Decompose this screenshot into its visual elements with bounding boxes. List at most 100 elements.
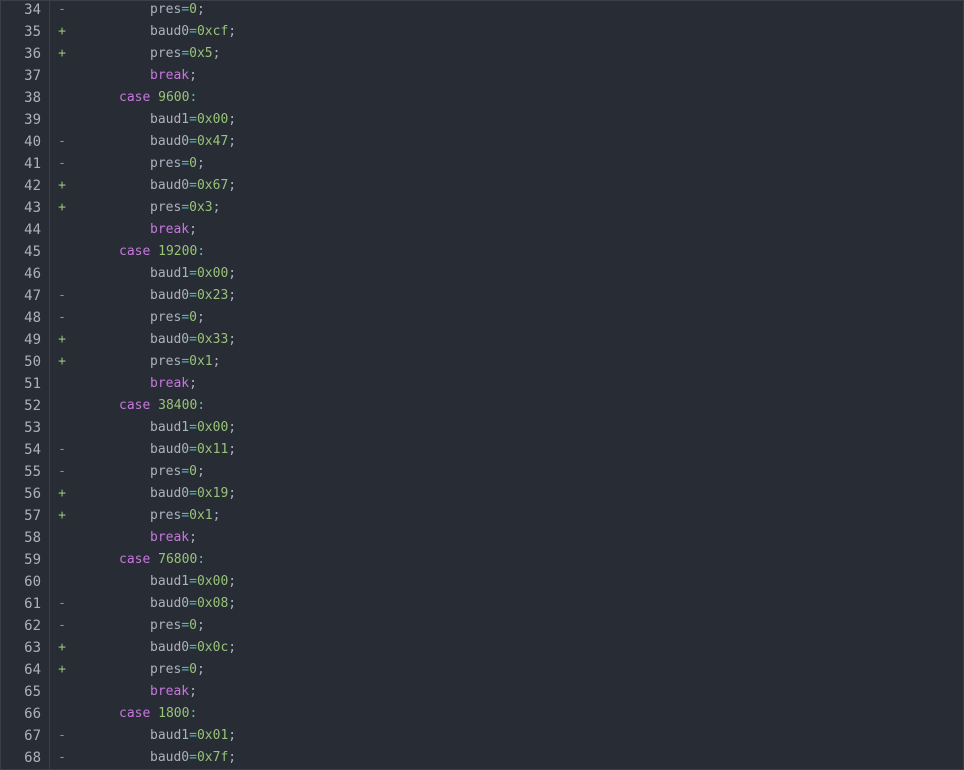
line-number: 50 bbox=[24, 354, 41, 370]
variable-name: pres bbox=[150, 46, 182, 61]
code-line: 58 break; bbox=[1, 527, 963, 549]
line-number: 64 bbox=[24, 662, 41, 678]
code-content: pres=0x3; bbox=[150, 197, 220, 219]
diff-added-marker: + bbox=[58, 640, 66, 655]
code-line: 59 case 76800: bbox=[1, 549, 963, 571]
code-line: 68 - baud0=0x7f; bbox=[1, 747, 963, 769]
code-content: break; bbox=[150, 681, 197, 703]
numeric-literal: 0x00 bbox=[196, 574, 229, 589]
code-content: baud0=0x67; bbox=[150, 175, 236, 197]
line-number: 62 bbox=[24, 618, 41, 634]
diff-added-marker: + bbox=[58, 332, 66, 347]
line-number: 58 bbox=[24, 530, 41, 546]
variable-name: pres bbox=[150, 156, 182, 171]
code-line: 60 baud1=0x00; bbox=[1, 571, 963, 593]
numeric-literal: 0 bbox=[189, 662, 197, 677]
line-gutter: 40 bbox=[1, 131, 50, 153]
diff-removed-marker: - bbox=[58, 134, 66, 149]
numeric-literal: 0x7f bbox=[196, 750, 229, 765]
code-content: baud0=0xcf; bbox=[150, 21, 236, 43]
code-content: pres=0; bbox=[150, 615, 205, 637]
equals-operator: = bbox=[189, 420, 197, 435]
equals-operator: = bbox=[181, 354, 190, 369]
line-number: 61 bbox=[24, 596, 41, 612]
diff-removed-marker: - bbox=[58, 288, 66, 303]
numeric-literal: 0 bbox=[189, 2, 197, 17]
colon: : bbox=[189, 706, 198, 721]
code-line: 46 baud1=0x00; bbox=[1, 263, 963, 285]
equals-operator: = bbox=[181, 200, 190, 215]
code-line: 39 baud1=0x00; bbox=[1, 109, 963, 131]
line-gutter: 34 bbox=[1, 1, 50, 21]
code-content: pres=0x5; bbox=[150, 43, 220, 65]
numeric-literal: 0x5 bbox=[189, 46, 213, 61]
semicolon: ; bbox=[228, 266, 237, 281]
code-content: baud1=0x00; bbox=[150, 109, 236, 131]
code-content: baud0=0x0c; bbox=[150, 637, 236, 659]
diff-removed-marker: - bbox=[58, 2, 66, 17]
diff-removed-marker: - bbox=[58, 750, 66, 765]
equals-operator: = bbox=[189, 24, 197, 39]
semicolon: ; bbox=[189, 222, 197, 237]
equals-operator: = bbox=[189, 486, 197, 501]
diff-removed-marker: - bbox=[58, 442, 66, 457]
numeric-literal: 0x19 bbox=[196, 486, 229, 501]
code-content: baud0=0x11; bbox=[150, 439, 236, 461]
variable-name: pres bbox=[150, 200, 182, 215]
diff-added-marker: + bbox=[58, 508, 66, 523]
numeric-literal: 0 bbox=[189, 618, 197, 633]
semicolon: ; bbox=[228, 178, 237, 193]
code-line: 63 + baud0=0x0c; bbox=[1, 637, 963, 659]
line-number: 67 bbox=[24, 728, 41, 744]
diff-removed-marker: - bbox=[58, 156, 66, 171]
code-content: case 76800: bbox=[119, 549, 205, 571]
equals-operator: = bbox=[181, 618, 190, 633]
break-keyword: break bbox=[150, 68, 190, 83]
semicolon: ; bbox=[196, 662, 205, 677]
numeric-literal: 0x11 bbox=[196, 442, 229, 457]
code-content: pres=0; bbox=[150, 307, 205, 329]
case-value: 38400 bbox=[158, 398, 198, 413]
variable-name: baud0 bbox=[150, 442, 190, 457]
diff-added-marker: + bbox=[58, 486, 66, 501]
line-number: 37 bbox=[24, 68, 41, 84]
equals-operator: = bbox=[189, 178, 197, 193]
line-gutter: 52 bbox=[1, 395, 50, 417]
semicolon: ; bbox=[189, 684, 197, 699]
code-line: 49 + baud0=0x33; bbox=[1, 329, 963, 351]
numeric-literal: 0x23 bbox=[196, 288, 229, 303]
code-line: 40 - baud0=0x47; bbox=[1, 131, 963, 153]
equals-operator: = bbox=[189, 728, 197, 743]
variable-name: baud0 bbox=[150, 24, 190, 39]
equals-operator: = bbox=[189, 266, 197, 281]
numeric-literal: 0x00 bbox=[196, 266, 229, 281]
numeric-literal: 0x1 bbox=[189, 508, 213, 523]
numeric-literal: 0x67 bbox=[196, 178, 229, 193]
diff-removed-marker: - bbox=[58, 596, 66, 611]
line-gutter: 56 bbox=[1, 483, 50, 505]
semicolon: ; bbox=[212, 46, 221, 61]
line-number: 46 bbox=[24, 266, 41, 282]
numeric-literal: 0x00 bbox=[196, 112, 229, 127]
code-content: baud0=0x19; bbox=[150, 483, 236, 505]
line-gutter: 55 bbox=[1, 461, 50, 483]
variable-name: baud0 bbox=[150, 486, 190, 501]
semicolon: ; bbox=[228, 134, 237, 149]
code-content: case 1800: bbox=[119, 703, 197, 725]
numeric-literal: 0 bbox=[189, 464, 197, 479]
diff-removed-marker: - bbox=[58, 310, 66, 325]
semicolon: ; bbox=[212, 508, 221, 523]
code-content: baud1=0x00; bbox=[150, 263, 236, 285]
colon: : bbox=[197, 244, 206, 259]
equals-operator: = bbox=[181, 156, 190, 171]
code-line: 54 - baud0=0x11; bbox=[1, 439, 963, 461]
line-number: 40 bbox=[24, 134, 41, 150]
diff-removed-marker: - bbox=[58, 464, 66, 479]
code-line: 45 case 19200: bbox=[1, 241, 963, 263]
code-line: 36 + pres=0x5; bbox=[1, 43, 963, 65]
semicolon: ; bbox=[212, 354, 221, 369]
case-keyword: case bbox=[119, 706, 151, 721]
semicolon: ; bbox=[228, 332, 237, 347]
code-content: pres=0; bbox=[150, 1, 205, 21]
code-content: break; bbox=[150, 219, 197, 241]
